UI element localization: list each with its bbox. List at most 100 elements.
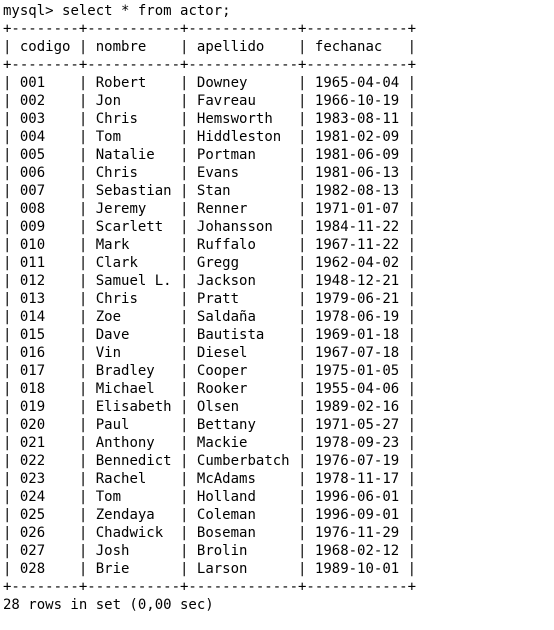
cell-codigo: 024 [19, 489, 71, 505]
table-row: | 008 | Jeremy | Renner | 1971-01-07 | [3, 201, 417, 217]
cell-codigo: 011 [19, 255, 71, 271]
cell-codigo: 006 [19, 165, 71, 181]
cell-codigo: 017 [19, 363, 71, 379]
cell-nombre: Josh [95, 543, 172, 559]
cell-codigo: 021 [19, 435, 71, 451]
cell-apellido: Hemsworth [196, 111, 290, 127]
cell-fechanac: 1981-02-09 [314, 129, 400, 145]
cell-codigo: 013 [19, 291, 71, 307]
cell-apellido: Favreau [196, 93, 290, 109]
cell-fechanac: 1965-04-04 [314, 75, 400, 91]
cell-codigo: 009 [19, 219, 71, 235]
cell-fechanac: 1971-05-27 [314, 417, 400, 433]
cell-nombre: Bradley [95, 363, 172, 379]
cell-nombre: Sebastian [95, 183, 172, 199]
cell-nombre: Natalie [95, 147, 172, 163]
table-row: | 023 | Rachel | McAdams | 1978-11-17 | [3, 471, 417, 487]
column-header-fechanac: fechanac [314, 39, 400, 55]
cell-apellido: Brolin [196, 543, 290, 559]
cell-apellido: Mackie [196, 435, 290, 451]
cell-codigo: 008 [19, 201, 71, 217]
table-row: | 017 | Bradley | Cooper | 1975-01-05 | [3, 363, 417, 379]
cell-nombre: Dave [95, 327, 172, 343]
cell-apellido: Saldaña [196, 309, 290, 325]
table-row: | 026 | Chadwick | Boseman | 1976-11-29 … [3, 525, 417, 541]
table-row: | 025 | Zendaya | Coleman | 1996-09-01 | [3, 507, 417, 523]
cell-nombre: Scarlett [95, 219, 172, 235]
table-row: | 016 | Vin | Diesel | 1967-07-18 | [3, 345, 417, 361]
cell-codigo: 028 [19, 561, 71, 577]
table-row: | 021 | Anthony | Mackie | 1978-09-23 | [3, 435, 417, 451]
cell-codigo: 027 [19, 543, 71, 559]
cell-nombre: Zoe [95, 309, 172, 325]
cell-fechanac: 1996-06-01 [314, 489, 400, 505]
cell-nombre: Mark [95, 237, 172, 253]
cell-fechanac: 1971-01-07 [314, 201, 400, 217]
cell-apellido: Olsen [196, 399, 290, 415]
cell-nombre: Bennedict [95, 453, 172, 469]
cell-apellido: Hiddleston [196, 129, 290, 145]
cell-fechanac: 1966-10-19 [314, 93, 400, 109]
table-row: | 018 | Michael | Rooker | 1955-04-06 | [3, 381, 417, 397]
cell-fechanac: 1948-12-21 [314, 273, 400, 289]
table-row: | 002 | Jon | Favreau | 1966-10-19 | [3, 93, 417, 109]
table-border: +--------+-----------+-------------+----… [3, 579, 417, 595]
table-border: +--------+-----------+-------------+----… [3, 21, 417, 37]
cell-fechanac: 1975-01-05 [314, 363, 400, 379]
cell-nombre: Anthony [95, 435, 172, 451]
cell-fechanac: 1967-07-18 [314, 345, 400, 361]
cell-nombre: Chris [95, 291, 172, 307]
sql-command: select * from actor; [62, 3, 231, 19]
cell-apellido: Cooper [196, 363, 290, 379]
cell-nombre: Vin [95, 345, 172, 361]
cell-nombre: Chris [95, 165, 172, 181]
cell-nombre: Robert [95, 75, 172, 91]
table-row: | 027 | Josh | Brolin | 1968-02-12 | [3, 543, 417, 559]
table-row: | 024 | Tom | Holland | 1996-06-01 | [3, 489, 417, 505]
cell-apellido: Rooker [196, 381, 290, 397]
cell-apellido: Renner [196, 201, 290, 217]
cell-codigo: 016 [19, 345, 71, 361]
cell-codigo: 018 [19, 381, 71, 397]
cell-codigo: 014 [19, 309, 71, 325]
table-header: | codigo | nombre | apellido | fechanac … [3, 39, 417, 55]
cell-apellido: Diesel [196, 345, 290, 361]
cell-apellido: Pratt [196, 291, 290, 307]
table-row: | 022 | Bennedict | Cumberbatch | 1976-0… [3, 453, 417, 469]
cell-nombre: Tom [95, 489, 172, 505]
table-row: | 001 | Robert | Downey | 1965-04-04 | [3, 75, 417, 91]
table-row: | 010 | Mark | Ruffalo | 1967-11-22 | [3, 237, 417, 253]
cell-apellido: Ruffalo [196, 237, 290, 253]
result-summary: 28 rows in set (0,00 sec) [3, 597, 214, 613]
cell-fechanac: 1955-04-06 [314, 381, 400, 397]
cell-codigo: 001 [19, 75, 71, 91]
cell-nombre: Tom [95, 129, 172, 145]
mysql-prompt: mysql> [3, 3, 63, 19]
cell-fechanac: 1981-06-13 [314, 165, 400, 181]
cell-apellido: Holland [196, 489, 290, 505]
cell-apellido: Bautista [196, 327, 290, 343]
cell-apellido: Jackson [196, 273, 290, 289]
terminal-window[interactable]: mysql> select * from actor; +--------+--… [0, 0, 554, 630]
column-header-nombre: nombre [95, 39, 172, 55]
cell-codigo: 007 [19, 183, 71, 199]
table-row: | 013 | Chris | Pratt | 1979-06-21 | [3, 291, 417, 307]
table-row: | 005 | Natalie | Portman | 1981-06-09 | [3, 147, 417, 163]
cell-nombre: Rachel [95, 471, 172, 487]
cell-codigo: 004 [19, 129, 71, 145]
cell-fechanac: 1962-04-02 [314, 255, 400, 271]
cell-fechanac: 1984-11-22 [314, 219, 400, 235]
table-row: | 003 | Chris | Hemsworth | 1983-08-11 | [3, 111, 417, 127]
column-header-codigo: codigo [19, 39, 71, 55]
cell-nombre: Jeremy [95, 201, 172, 217]
cell-codigo: 003 [19, 111, 71, 127]
cell-fechanac: 1978-11-17 [314, 471, 400, 487]
cell-codigo: 005 [19, 147, 71, 163]
cell-fechanac: 1996-09-01 [314, 507, 400, 523]
cell-apellido: Johansson [196, 219, 290, 235]
cell-codigo: 015 [19, 327, 71, 343]
cell-nombre: Michael [95, 381, 172, 397]
cell-apellido: Bettany [196, 417, 290, 433]
cell-nombre: Brie [95, 561, 172, 577]
cell-fechanac: 1976-11-29 [314, 525, 400, 541]
